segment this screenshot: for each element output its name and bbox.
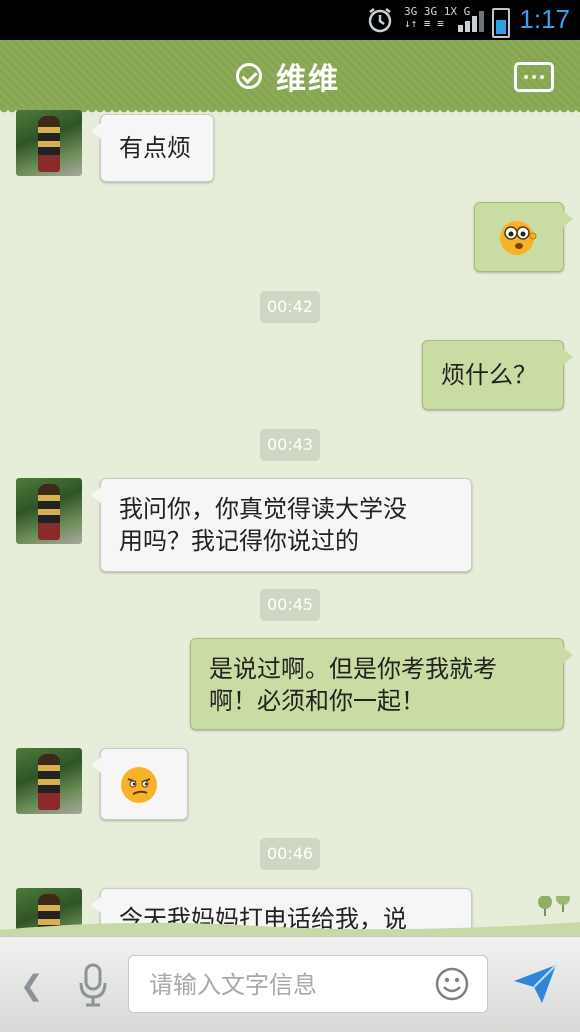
- timestamp: 00:45: [260, 589, 320, 621]
- message-text-line: 我问你，你真觉得读大学没: [119, 495, 407, 523]
- dot-icon: [540, 75, 544, 79]
- message-bubble-right[interactable]: 是说过啊。但是你考我就考 啊！必须和你一起！: [190, 638, 573, 730]
- message-text: 烦什么？: [441, 361, 537, 389]
- contact-avatar[interactable]: [16, 748, 82, 814]
- shocked-face-icon: [500, 221, 537, 255]
- contact-avatar[interactable]: [16, 478, 82, 544]
- chat-header: 维维: [0, 40, 580, 116]
- dot-icon: [524, 75, 528, 79]
- message-text-line: 啊！必须和你一起！: [209, 687, 425, 715]
- message-input-box[interactable]: [128, 955, 488, 1013]
- timestamp: 00:43: [260, 429, 320, 461]
- contact-title[interactable]: 维维: [236, 56, 340, 97]
- timestamp: 00:46: [260, 838, 320, 870]
- alarm-clock-icon: [368, 8, 392, 33]
- more-options-button[interactable]: [514, 62, 554, 92]
- avatar-photo: [38, 484, 60, 540]
- message-bubble-right[interactable]: [474, 202, 573, 272]
- contact-avatar[interactable]: [16, 110, 82, 176]
- avatar-photo: [38, 116, 60, 172]
- message-text: 有点烦: [119, 134, 191, 162]
- message-bubble-left[interactable]: [91, 748, 188, 820]
- send-icon[interactable]: [512, 961, 558, 1007]
- contact-name: 维维: [276, 62, 340, 97]
- message-bubble-left[interactable]: 我问你，你真觉得读大学没 用吗？我记得你说过的: [91, 478, 472, 572]
- message-bubble-left[interactable]: 有点烦: [91, 114, 214, 182]
- timestamp: 00:42: [260, 291, 320, 323]
- dot-icon: [532, 75, 536, 79]
- message-text-line: 用吗？我记得你说过的: [119, 527, 359, 555]
- status-time: 1:17: [519, 4, 570, 34]
- message-input[interactable]: [147, 968, 411, 1002]
- chat-area[interactable]: 有点烦 00:42 烦什么？ 00:43 我问你，你真觉得读大学没 用吗？我记得…: [0, 110, 580, 936]
- chevron-left-icon[interactable]: ❮: [20, 969, 43, 1002]
- input-bar: ❮: [0, 936, 580, 1032]
- emoji-smile-icon[interactable]: [435, 967, 469, 1001]
- message-bubble-right[interactable]: 烦什么？: [422, 340, 573, 410]
- chat-background-scenery: [0, 896, 580, 936]
- signal-bars-icon: [458, 11, 484, 32]
- online-check-icon: [236, 63, 262, 89]
- status-bar: 3G 3G 1X G ↓↑ ≡ ≡ 1:17: [0, 0, 580, 40]
- avatar-photo: [38, 754, 60, 810]
- smirk-face-icon: [121, 767, 157, 803]
- message-text-line: 是说过啊。但是你考我就考: [209, 655, 497, 683]
- battery-icon: [492, 8, 510, 38]
- microphone-icon[interactable]: [78, 963, 108, 1007]
